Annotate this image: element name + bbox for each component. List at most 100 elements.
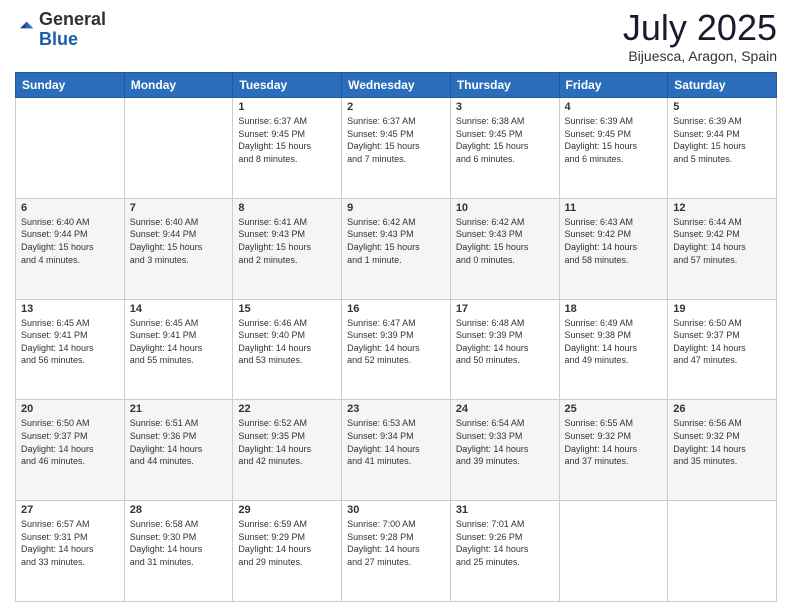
day-info: Sunrise: 6:52 AMSunset: 9:35 PMDaylight:… xyxy=(238,417,336,467)
calendar-cell xyxy=(559,501,668,602)
calendar-cell: 27 Sunrise: 6:57 AMSunset: 9:31 PMDayligh… xyxy=(16,501,125,602)
calendar-cell: 22 Sunrise: 6:52 AMSunset: 9:35 PMDayligh… xyxy=(233,400,342,501)
calendar-cell: 20 Sunrise: 6:50 AMSunset: 9:37 PMDayligh… xyxy=(16,400,125,501)
logo: General Blue xyxy=(15,10,106,50)
day-info: Sunrise: 6:37 AMSunset: 9:45 PMDaylight:… xyxy=(347,115,445,165)
calendar-week-1: 1 Sunrise: 6:37 AMSunset: 9:45 PMDaylight… xyxy=(16,98,777,199)
calendar-cell: 29Sunrise: 6:59 AMSunset: 9:29 PMDayligh… xyxy=(233,501,342,602)
calendar-cell: 9Sunrise: 6:42 AMSunset: 9:43 PMDaylight… xyxy=(342,198,451,299)
day-number: 4 xyxy=(565,101,663,113)
day-number: 27 xyxy=(21,504,119,516)
day-number: 12 xyxy=(673,202,771,214)
calendar-cell: 23 Sunrise: 6:53 AMSunset: 9:34 PMDayligh… xyxy=(342,400,451,501)
location: Bijuesca, Aragon, Spain xyxy=(623,48,777,64)
day-number: 31 xyxy=(456,504,554,516)
col-saturday: Saturday xyxy=(668,73,777,98)
col-friday: Friday xyxy=(559,73,668,98)
day-number: 30 xyxy=(347,504,445,516)
logo-blue: Blue xyxy=(39,29,78,49)
day-info: Sunrise: 6:56 AMSunset: 9:32 PMDaylight:… xyxy=(673,417,771,467)
day-info: Sunrise: 6:47 AMSunset: 9:39 PMDaylight:… xyxy=(347,317,445,367)
col-sunday: Sunday xyxy=(16,73,125,98)
day-number: 21 xyxy=(130,403,228,415)
logo-general: General xyxy=(39,9,106,29)
day-number: 18 xyxy=(565,303,663,315)
day-number: 3 xyxy=(456,101,554,113)
day-number: 24 xyxy=(456,403,554,415)
title-block: July 2025 Bijuesca, Aragon, Spain xyxy=(623,10,777,64)
day-number: 6 xyxy=(21,202,119,214)
calendar-cell: 15Sunrise: 6:46 AMSunset: 9:40 PMDayligh… xyxy=(233,299,342,400)
day-info: Sunrise: 6:38 AMSunset: 9:45 PMDaylight:… xyxy=(456,115,554,165)
day-number: 1 xyxy=(238,101,336,113)
day-info: Sunrise: 6:41 AMSunset: 9:43 PMDaylight:… xyxy=(238,216,336,266)
day-number: 10 xyxy=(456,202,554,214)
day-info: Sunrise: 6:42 AMSunset: 9:43 PMDaylight:… xyxy=(347,216,445,266)
day-info: Sunrise: 6:51 AMSunset: 9:36 PMDaylight:… xyxy=(130,417,228,467)
day-info: Sunrise: 6:49 AMSunset: 9:38 PMDaylight:… xyxy=(565,317,663,367)
calendar-cell: 21 Sunrise: 6:51 AMSunset: 9:36 PMDayligh… xyxy=(124,400,233,501)
day-number: 23 xyxy=(347,403,445,415)
calendar-cell xyxy=(668,501,777,602)
calendar-cell: 8 Sunrise: 6:41 AMSunset: 9:43 PMDaylight… xyxy=(233,198,342,299)
col-thursday: Thursday xyxy=(450,73,559,98)
calendar-cell: 4 Sunrise: 6:39 AMSunset: 9:45 PMDaylight… xyxy=(559,98,668,199)
day-number: 13 xyxy=(21,303,119,315)
day-info: Sunrise: 6:40 AMSunset: 9:44 PMDaylight:… xyxy=(130,216,228,266)
day-number: 8 xyxy=(238,202,336,214)
day-number: 25 xyxy=(565,403,663,415)
col-monday: Monday xyxy=(124,73,233,98)
calendar-cell: 13 Sunrise: 6:45 AMSunset: 9:41 PMDayligh… xyxy=(16,299,125,400)
day-info: Sunrise: 6:50 AMSunset: 9:37 PMDaylight:… xyxy=(21,417,119,467)
day-info: Sunrise: 6:54 AMSunset: 9:33 PMDaylight:… xyxy=(456,417,554,467)
day-info: Sunrise: 7:01 AMSunset: 9:26 PMDaylight:… xyxy=(456,518,554,568)
day-info: Sunrise: 6:46 AMSunset: 9:40 PMDaylight:… xyxy=(238,317,336,367)
day-number: 11 xyxy=(565,202,663,214)
calendar-cell: 26Sunrise: 6:56 AMSunset: 9:32 PMDayligh… xyxy=(668,400,777,501)
calendar-cell: 7 Sunrise: 6:40 AMSunset: 9:44 PMDaylight… xyxy=(124,198,233,299)
day-info: Sunrise: 6:40 AMSunset: 9:44 PMDaylight:… xyxy=(21,216,119,266)
calendar-week-3: 13 Sunrise: 6:45 AMSunset: 9:41 PMDayligh… xyxy=(16,299,777,400)
day-info: Sunrise: 6:50 AMSunset: 9:37 PMDaylight:… xyxy=(673,317,771,367)
calendar-cell: 24 Sunrise: 6:54 AMSunset: 9:33 PMDayligh… xyxy=(450,400,559,501)
day-number: 7 xyxy=(130,202,228,214)
day-number: 19 xyxy=(673,303,771,315)
day-info: Sunrise: 6:42 AMSunset: 9:43 PMDaylight:… xyxy=(456,216,554,266)
day-info: Sunrise: 6:39 AMSunset: 9:45 PMDaylight:… xyxy=(565,115,663,165)
day-info: Sunrise: 6:48 AMSunset: 9:39 PMDaylight:… xyxy=(456,317,554,367)
calendar-cell: 31 Sunrise: 7:01 AMSunset: 9:26 PMDayligh… xyxy=(450,501,559,602)
day-number: 28 xyxy=(130,504,228,516)
calendar-week-5: 27 Sunrise: 6:57 AMSunset: 9:31 PMDayligh… xyxy=(16,501,777,602)
calendar-cell: 1Sunrise: 6:37 AMSunset: 9:45 PMDaylight… xyxy=(233,98,342,199)
calendar-cell: 12 Sunrise: 6:44 AMSunset: 9:42 PMDayligh… xyxy=(668,198,777,299)
calendar-cell: 25 Sunrise: 6:55 AMSunset: 9:32 PMDayligh… xyxy=(559,400,668,501)
calendar-cell: 30Sunrise: 7:00 AMSunset: 9:28 PMDayligh… xyxy=(342,501,451,602)
day-info: Sunrise: 6:53 AMSunset: 9:34 PMDaylight:… xyxy=(347,417,445,467)
day-info: Sunrise: 6:45 AMSunset: 9:41 PMDaylight:… xyxy=(21,317,119,367)
calendar-cell: 19 Sunrise: 6:50 AMSunset: 9:37 PMDayligh… xyxy=(668,299,777,400)
calendar-cell: 5Sunrise: 6:39 AMSunset: 9:44 PMDaylight… xyxy=(668,98,777,199)
day-info: Sunrise: 6:45 AMSunset: 9:41 PMDaylight:… xyxy=(130,317,228,367)
calendar-cell: 18 Sunrise: 6:49 AMSunset: 9:38 PMDayligh… xyxy=(559,299,668,400)
day-number: 22 xyxy=(238,403,336,415)
day-number: 16 xyxy=(347,303,445,315)
calendar-table: Sunday Monday Tuesday Wednesday Thursday… xyxy=(15,72,777,602)
day-info: Sunrise: 6:55 AMSunset: 9:32 PMDaylight:… xyxy=(565,417,663,467)
calendar-cell: 28Sunrise: 6:58 AMSunset: 9:30 PMDayligh… xyxy=(124,501,233,602)
calendar-cell: 2 Sunrise: 6:37 AMSunset: 9:45 PMDaylight… xyxy=(342,98,451,199)
day-number: 14 xyxy=(130,303,228,315)
calendar-cell: 14 Sunrise: 6:45 AMSunset: 9:41 PMDayligh… xyxy=(124,299,233,400)
col-wednesday: Wednesday xyxy=(342,73,451,98)
day-number: 20 xyxy=(21,403,119,415)
day-info: Sunrise: 6:39 AMSunset: 9:44 PMDaylight:… xyxy=(673,115,771,165)
calendar-header-row: Sunday Monday Tuesday Wednesday Thursday… xyxy=(16,73,777,98)
calendar-cell: 16 Sunrise: 6:47 AMSunset: 9:39 PMDayligh… xyxy=(342,299,451,400)
col-tuesday: Tuesday xyxy=(233,73,342,98)
calendar-cell: 10 Sunrise: 6:42 AMSunset: 9:43 PMDayligh… xyxy=(450,198,559,299)
calendar-cell: 6 Sunrise: 6:40 AMSunset: 9:44 PMDaylight… xyxy=(16,198,125,299)
day-info: Sunrise: 6:57 AMSunset: 9:31 PMDaylight:… xyxy=(21,518,119,568)
day-info: Sunrise: 6:44 AMSunset: 9:42 PMDaylight:… xyxy=(673,216,771,266)
day-number: 2 xyxy=(347,101,445,113)
day-number: 17 xyxy=(456,303,554,315)
day-number: 29 xyxy=(238,504,336,516)
